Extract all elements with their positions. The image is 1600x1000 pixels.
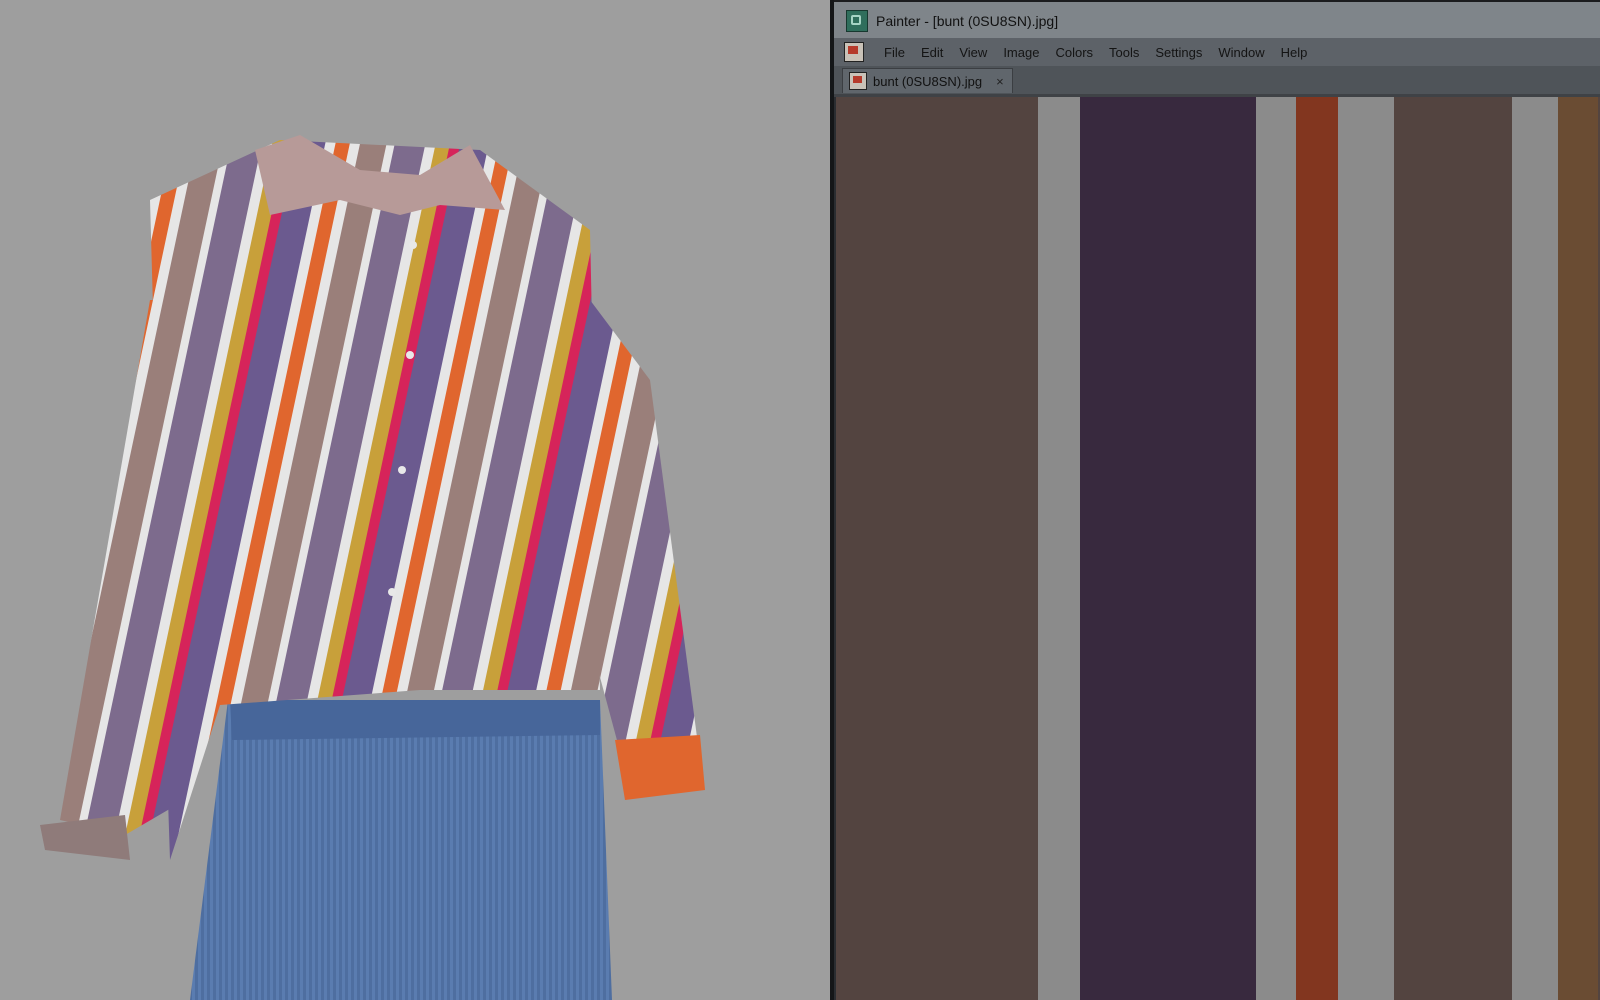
- menu-window[interactable]: Window: [1210, 45, 1272, 60]
- canvas-stripe: [1512, 97, 1558, 1000]
- 3d-viewport[interactable]: [0, 0, 830, 1000]
- image-file-icon: [849, 72, 867, 90]
- menu-view[interactable]: View: [951, 45, 995, 60]
- image-canvas[interactable]: [836, 97, 1600, 1000]
- menu-file[interactable]: File: [876, 45, 913, 60]
- painter-window[interactable]: Painter - [bunt (0SU8SN).jpg] File Edit …: [830, 0, 1600, 1000]
- canvas-stripe: [1558, 97, 1598, 1000]
- window-title: Painter - [bunt (0SU8SN).jpg]: [876, 13, 1059, 29]
- canvas-stripe: [1080, 97, 1256, 1000]
- tab-label: bunt (0SU8SN).jpg: [873, 73, 983, 89]
- canvas-stripe: [836, 97, 1038, 1000]
- jeans: [190, 700, 612, 1000]
- title-bar[interactable]: Painter - [bunt (0SU8SN).jpg]: [834, 0, 1600, 40]
- close-icon[interactable]: ×: [996, 74, 1004, 89]
- document-icon[interactable]: [844, 42, 864, 62]
- canvas-stripe: [1394, 97, 1512, 1000]
- menu-colors[interactable]: Colors: [1047, 45, 1101, 60]
- garment-render: [40, 135, 705, 1000]
- canvas-stripe: [1296, 97, 1338, 1000]
- menu-help[interactable]: Help: [1273, 45, 1316, 60]
- painter-app-icon: [846, 10, 868, 32]
- menu-edit[interactable]: Edit: [913, 45, 951, 60]
- canvas-stripe: [1256, 97, 1296, 1000]
- tab-document[interactable]: bunt (0SU8SN).jpg ×: [842, 68, 1013, 93]
- right-sleeve: [590, 300, 700, 770]
- canvas-stripe: [1338, 97, 1394, 1000]
- menu-settings[interactable]: Settings: [1147, 45, 1210, 60]
- document-tab-bar: bunt (0SU8SN).jpg ×: [834, 66, 1600, 97]
- canvas-stripe: [1038, 97, 1080, 1000]
- jeans-waistband: [230, 700, 600, 740]
- right-cuff: [615, 735, 705, 800]
- left-cuff: [40, 815, 130, 860]
- menu-tools[interactable]: Tools: [1101, 45, 1147, 60]
- menu-bar: File Edit View Image Colors Tools Settin…: [834, 38, 1600, 67]
- menu-image[interactable]: Image: [995, 45, 1047, 60]
